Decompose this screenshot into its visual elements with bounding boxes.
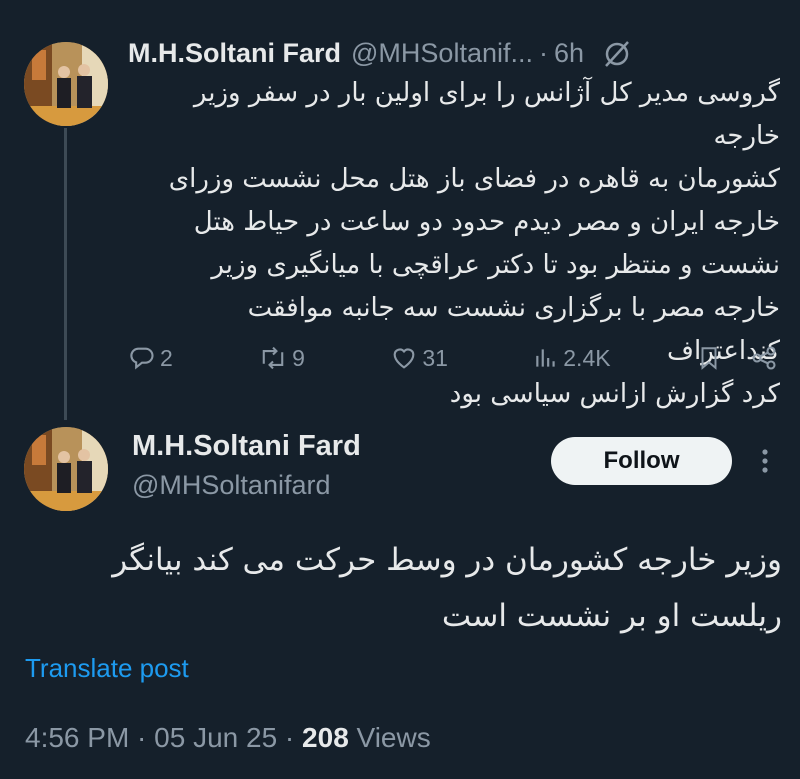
translate-link[interactable]: Translate post (25, 653, 189, 684)
repost-button[interactable]: 9 (258, 344, 305, 372)
separator-dot: · (538, 38, 548, 68)
tweet-text-line: کشورمان به قاهره در فضای باز هتل محل نشس… (168, 164, 780, 194)
heart-icon (393, 348, 415, 369)
avatar-photo (24, 427, 108, 511)
tweet-text-line: نشست و منتظر بود تا دکتر عراقچی با میانگ… (211, 250, 780, 280)
grok-icon[interactable] (602, 39, 632, 69)
tweet-text-line: ریلست او بر نشست است (441, 598, 782, 634)
tweet-text-line: کرد گزارش ازانس سیاسی بود (449, 379, 780, 409)
like-button[interactable]: 31 (390, 344, 448, 372)
share-group (696, 344, 778, 372)
follow-button[interactable]: Follow (551, 437, 732, 485)
views-label: Views (348, 722, 431, 753)
avatar[interactable] (24, 42, 108, 126)
tweet-text: وزیر خارجه کشورمان در وسط حرکت می کند بی… (30, 532, 782, 644)
tweet-time[interactable]: 6h (554, 38, 584, 69)
tweet-metadata: 4:56 PM · 05 Jun 25 · 208 Views (25, 722, 431, 754)
author-name[interactable]: M.H.Soltani Fard (128, 38, 341, 69)
author-name[interactable]: M.H.Soltani Fard (132, 430, 361, 463)
avatar[interactable] (24, 427, 108, 511)
reply-count: 2 (160, 344, 173, 371)
author-handle[interactable]: @MHSoltanif... (351, 38, 533, 69)
views-count[interactable]: 208 (302, 722, 349, 753)
avatar-photo (24, 42, 108, 126)
share-icon[interactable] (750, 344, 778, 372)
reply-icon (130, 347, 154, 370)
repost-count: 9 (292, 344, 305, 371)
bookmark-icon[interactable] (696, 344, 722, 372)
timestamp[interactable]: 4:56 PM · 05 Jun 25 · (25, 722, 302, 753)
views-button[interactable]: 2.4K (533, 344, 611, 372)
action-bar: 2 9 31 2.4K (128, 344, 778, 372)
tweet-text-line: وزیر خارجه کشورمان در وسط حرکت می کند بی… (112, 542, 782, 578)
reply-button[interactable]: 2 (128, 344, 173, 372)
tweet-text-line: خارجه ایران و مصر دیدم حدود دو ساعت در ح… (193, 207, 780, 237)
like-count: 31 (422, 344, 448, 371)
tweet-header: M.H.Soltani Fard @MHSoltanif... · 6h (128, 38, 632, 69)
thread-connector (64, 128, 67, 420)
views-icon (536, 349, 555, 367)
tweet-text-line: گروسی مدیر کل آژانس را برای اولین بار در… (193, 78, 780, 151)
author-handle[interactable]: @MHSoltanifard (132, 470, 330, 501)
views-count: 2.4K (563, 344, 611, 371)
repost-icon (262, 346, 284, 370)
more-options-icon[interactable] (758, 446, 772, 481)
